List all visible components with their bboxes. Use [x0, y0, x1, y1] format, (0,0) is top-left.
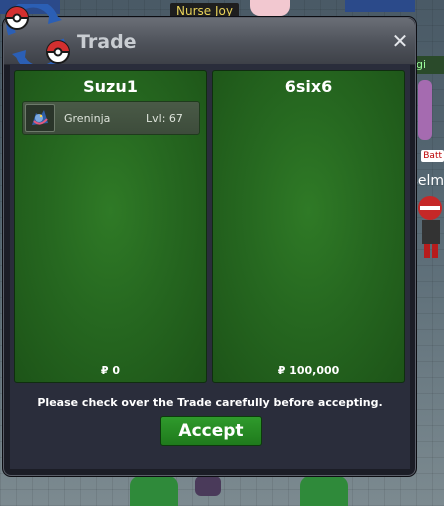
trade-notice: Please check over the Trade carefully be…: [37, 396, 383, 409]
player-tag-label: gi: [412, 56, 444, 74]
trainer-sprite-icon: [418, 196, 442, 258]
partner-name: 6six6: [284, 77, 333, 96]
player-name: Suzu1: [83, 77, 138, 96]
map-tile: [345, 0, 415, 12]
trade-panel-right: 6six6 ₽ 100,000: [212, 70, 405, 383]
npc-sprite: [195, 476, 221, 496]
accept-button[interactable]: Accept: [160, 416, 262, 446]
pokeball-trade-logo-icon: [5, 4, 70, 70]
plant-decoration: [300, 476, 348, 506]
trade-panel-left: Suzu1 Greninja Lvl: 67 ₽ 0: [14, 70, 207, 383]
trade-body: Suzu1 Greninja Lvl: 67 ₽ 0 6six6 ₽ 100,0…: [10, 64, 410, 469]
npc-sprite: [250, 0, 290, 16]
plant-decoration: [130, 476, 178, 506]
battle-badge: Batt: [421, 150, 444, 162]
trade-offer-item[interactable]: Greninja Lvl: 67: [22, 101, 200, 135]
close-icon[interactable]: ✕: [389, 30, 411, 52]
pokemon-name: Greninja: [64, 112, 111, 125]
npc-sprite: [418, 80, 432, 140]
pokemon-level: Lvl: 67: [146, 112, 183, 125]
money-offer: ₽ 0: [100, 364, 121, 377]
money-offer: ₽ 100,000: [277, 364, 340, 377]
trade-window: Trade ✕ Suzu1 Greninja Lvl: 67 ₽ 0 6six6…: [3, 4, 416, 476]
window-title: Trade: [77, 31, 137, 53]
greninja-sprite-icon: [25, 104, 55, 132]
